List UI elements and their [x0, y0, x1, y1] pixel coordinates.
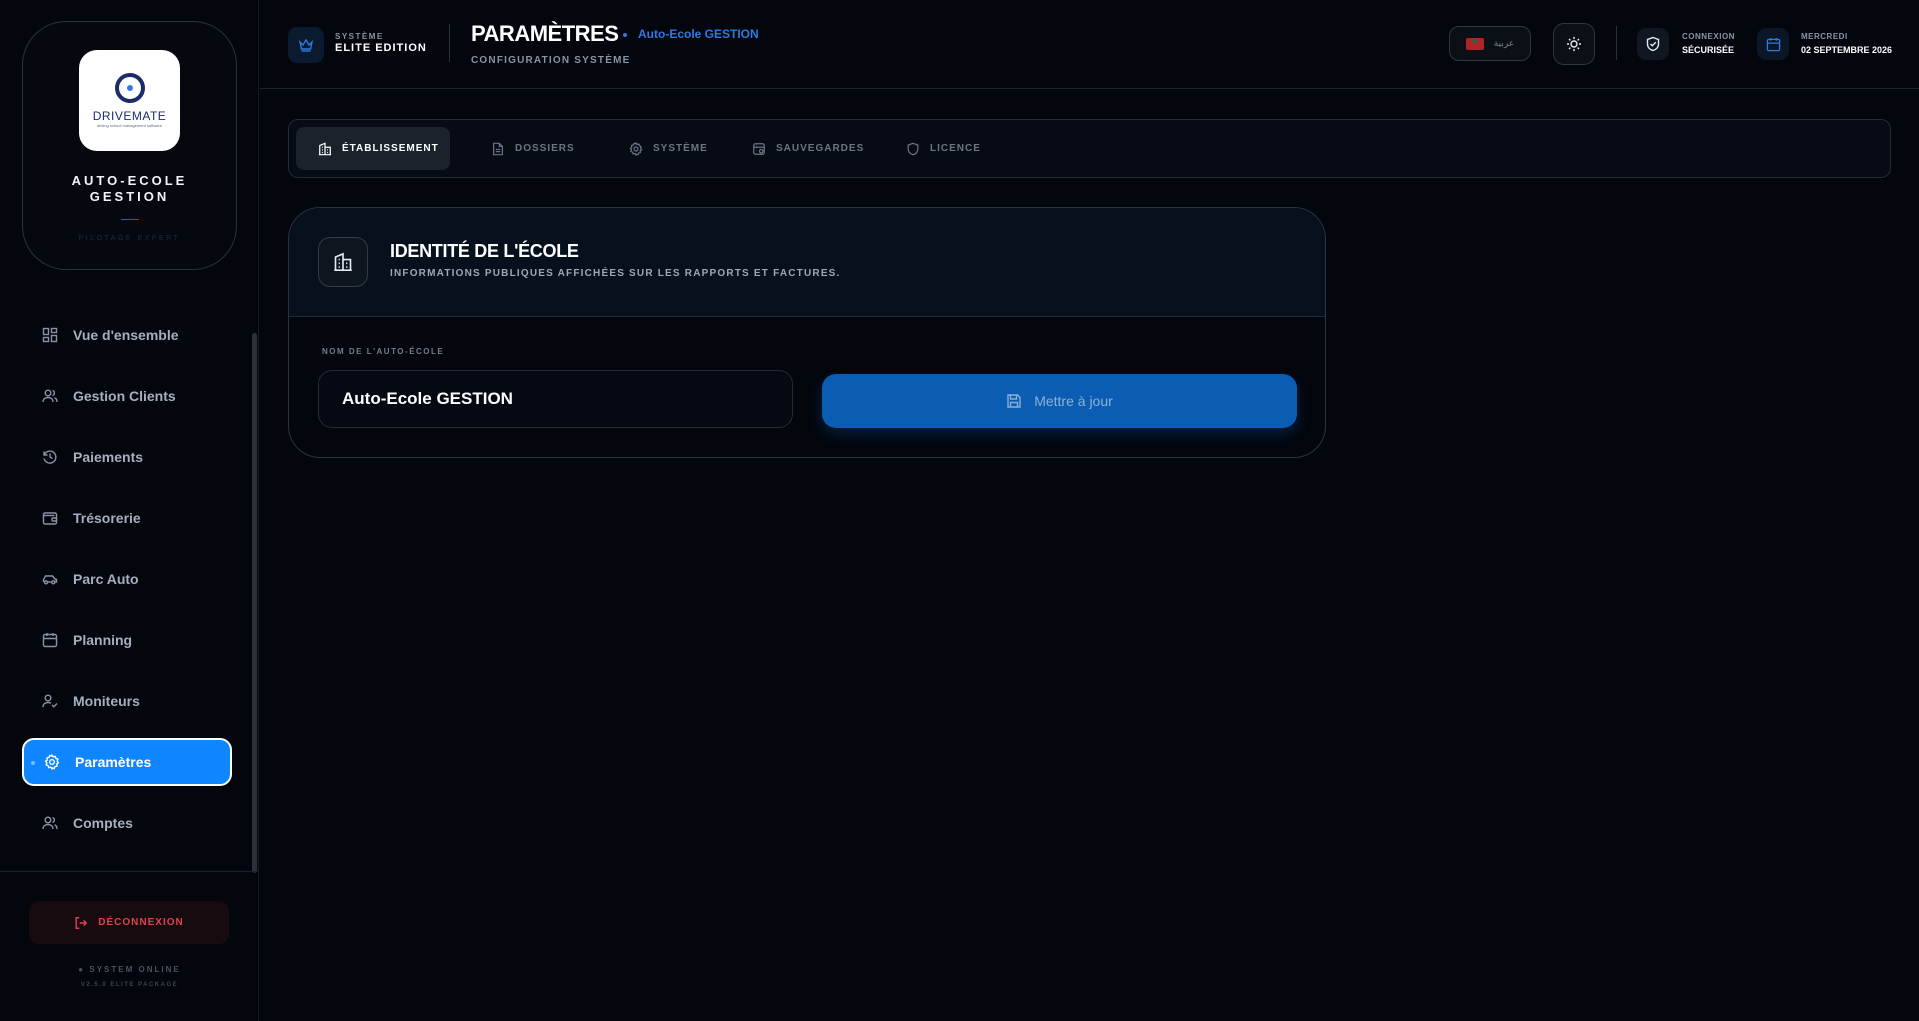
update-button-label: Mettre à jour	[1034, 393, 1113, 409]
user-check-icon	[42, 693, 58, 709]
sidebar-item-label: Paramètres	[75, 754, 152, 770]
header-divider	[1616, 26, 1617, 60]
school-identity-card: IDENTITÉ DE L'ÉCOLE INFORMATIONS PUBLIQU…	[288, 207, 1326, 458]
sidebar-item-fleet[interactable]: Parc Auto	[22, 555, 232, 603]
tab-label: ÉTABLISSEMENT	[342, 143, 439, 154]
drivemate-logo: DRIVEMATE driving school management soft…	[79, 50, 180, 151]
sidebar-item-instructors[interactable]: Moniteurs	[22, 677, 232, 725]
sun-icon	[1566, 36, 1582, 52]
tab-license[interactable]: LICENCE	[884, 127, 1003, 170]
sidebar-item-label: Trésorerie	[73, 510, 141, 526]
tab-folders[interactable]: DOSSIERS	[469, 127, 597, 170]
sidebar-item-settings[interactable]: Paramètres	[22, 738, 232, 786]
version-label: V2.5.0 ELITE PACKAGE	[80, 982, 179, 988]
morocco-flag-icon	[1465, 37, 1484, 50]
header-divider	[449, 24, 450, 62]
language-label: عربية	[1493, 38, 1515, 49]
card-title: IDENTITÉ DE L'ÉCOLE	[390, 241, 579, 261]
edition-name: ELITE EDITION	[335, 42, 427, 54]
tab-label: SAUVEGARDES	[776, 143, 865, 154]
update-button[interactable]: Mettre à jour	[822, 374, 1297, 428]
users-icon	[42, 388, 58, 404]
sidebar-item-accounts[interactable]: Comptes	[22, 799, 232, 847]
logout-icon	[74, 916, 88, 930]
document-icon	[491, 142, 505, 156]
system-status: ● SYSTEM ONLINE	[78, 965, 181, 974]
tab-label: DOSSIERS	[515, 143, 575, 154]
users-icon	[42, 815, 58, 831]
sidebar-item-label: Moniteurs	[73, 693, 140, 709]
page-subtitle: CONFIGURATION SYSTÈME	[471, 55, 631, 66]
sidebar-divider	[0, 871, 259, 872]
sidebar-item-label: Paiements	[73, 449, 144, 465]
history-icon	[42, 449, 58, 465]
sidebar-item-overview[interactable]: Vue d'ensemble	[22, 311, 232, 359]
brand-name: AUTO-ECOLE GESTION	[71, 173, 188, 204]
school-name-label: NOM DE L'AUTO-ÉCOLE	[322, 347, 445, 356]
shield-icon	[906, 142, 920, 156]
tab-label: LICENCE	[930, 143, 981, 154]
sidebar-item-payments[interactable]: Paiements	[22, 433, 232, 481]
sidebar: DRIVEMATE driving school management soft…	[0, 0, 259, 1021]
car-icon	[42, 571, 58, 587]
tab-system[interactable]: SYSTÈME	[607, 127, 730, 170]
connection-status: SÉCURISÉE	[1682, 45, 1735, 55]
card-subtitle: INFORMATIONS PUBLIQUES AFFICHÉES SUR LES…	[390, 268, 841, 279]
sidebar-item-label: Gestion Clients	[73, 388, 176, 404]
shield-check-icon	[1637, 28, 1669, 60]
theme-toggle-button[interactable]	[1553, 23, 1595, 65]
sidebar-item-planning[interactable]: Planning	[22, 616, 232, 664]
logo-text: DRIVEMATE	[92, 109, 167, 123]
language-switcher[interactable]: عربية	[1449, 26, 1531, 61]
database-icon	[752, 142, 766, 156]
dashboard-icon	[42, 327, 58, 343]
tab-establishment[interactable]: ÉTABLISSEMENT	[296, 127, 450, 170]
page-title: PARAMÈTRES	[471, 21, 619, 46]
building-icon	[318, 141, 332, 156]
sidebar-scrollbar[interactable]	[252, 333, 257, 873]
brand-divider	[121, 219, 139, 220]
sidebar-item-label: Vue d'ensemble	[73, 327, 179, 343]
calendar-icon	[42, 632, 58, 648]
page-context: Auto-Ecole GESTION	[638, 27, 759, 41]
gear-icon	[629, 141, 643, 156]
wallet-icon	[42, 510, 58, 526]
connection-label: CONNEXION	[1682, 32, 1735, 41]
steering-wheel-icon	[114, 73, 145, 103]
save-icon	[1006, 393, 1022, 409]
logout-button[interactable]: DÉCONNEXION	[29, 901, 229, 944]
card-header: IDENTITÉ DE L'ÉCOLE INFORMATIONS PUBLIQU…	[289, 208, 1325, 317]
sidebar-item-treasury[interactable]: Trésorerie	[22, 494, 232, 542]
brand-tagline: PILOTAGE EXPERT	[78, 235, 181, 242]
brand-card: DRIVEMATE driving school management soft…	[22, 21, 237, 270]
crown-icon	[288, 27, 324, 63]
building-icon	[318, 237, 368, 287]
tab-label: SYSTÈME	[653, 143, 708, 154]
calendar-icon	[1757, 28, 1789, 60]
gear-icon	[44, 754, 60, 770]
top-bar: SYSTÈME ELITE EDITION PARAMÈTRES Auto-Ec…	[260, 0, 1919, 89]
sidebar-item-label: Comptes	[73, 815, 133, 831]
logo-tagline: driving school management software	[96, 123, 163, 128]
logout-label: DÉCONNEXION	[98, 917, 184, 928]
edition-label: SYSTÈME	[335, 32, 384, 41]
date-label: 02 SEPTEMBRE 2026	[1801, 45, 1893, 55]
tab-backups[interactable]: SAUVEGARDES	[730, 127, 886, 170]
sidebar-item-label: Planning	[73, 632, 133, 648]
sidebar-item-label: Parc Auto	[73, 571, 139, 587]
settings-tabs: ÉTABLISSEMENT DOSSIERS SYSTÈME SAUVEGARD…	[288, 119, 1891, 178]
school-name-input[interactable]	[318, 370, 793, 428]
title-dot	[623, 33, 627, 37]
sidebar-item-clients[interactable]: Gestion Clients	[22, 372, 232, 420]
weekday-label: MERCREDI	[1801, 32, 1848, 41]
